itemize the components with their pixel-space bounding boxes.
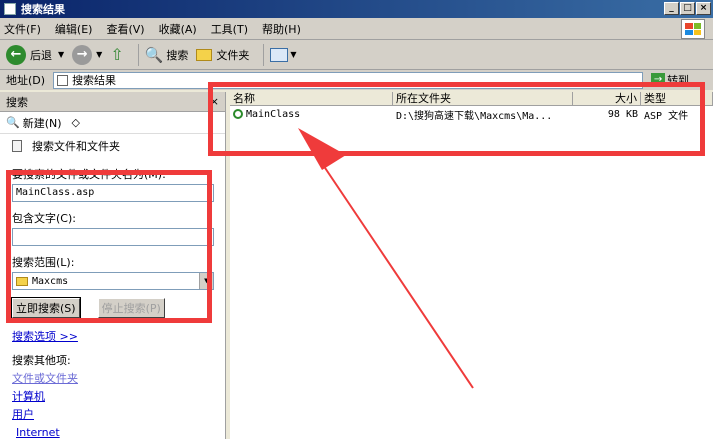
other-users-link[interactable]: 用户 <box>12 408 34 421</box>
close-button[interactable]: × <box>696 2 711 15</box>
title-bar: 搜索结果 _ □ × <box>0 0 713 18</box>
stop-search-button[interactable]: 停止搜索(P) <box>97 298 165 318</box>
search-options-link[interactable]: 搜索选项 >> <box>12 330 78 343</box>
search-pane-close-button[interactable]: × <box>210 95 219 108</box>
asp-file-icon <box>233 108 243 119</box>
column-size[interactable]: 大小 <box>573 92 641 105</box>
search-pane: 搜索 × 🔍 新建(N) ◇ 搜索文件和文件夹 要搜索的文件或文件夹名为(M):… <box>0 92 226 439</box>
contains-text-input[interactable] <box>12 228 214 246</box>
name-field-label: 要搜索的文件或文件夹名为(M): <box>12 168 166 181</box>
other-internet-link[interactable]: Internet <box>12 426 60 439</box>
filename-input[interactable]: MainClass.asp <box>12 184 214 202</box>
toolbar-separator <box>263 43 265 66</box>
search-label: 搜索 <box>166 48 189 62</box>
results-list: 名称 所在文件夹 大小 类型 MainClass D:\搜狗高速下载\Maxcm… <box>230 92 713 439</box>
go-button[interactable]: → 转到 <box>651 72 689 88</box>
other-search-label: 搜索其他项: <box>12 354 71 367</box>
menu-file[interactable]: 文件(F) <box>4 21 41 37</box>
row-folder: D:\搜狗高速下载\Maxcms\Ma... <box>396 110 553 122</box>
minimize-button[interactable]: _ <box>664 2 679 15</box>
menu-tools[interactable]: 工具(T) <box>211 21 248 37</box>
up-folder-button[interactable]: ⇧ <box>110 45 123 64</box>
search-all-label: 搜索文件和文件夹 <box>32 140 120 153</box>
folders-label: 文件夹 <box>216 48 250 62</box>
row-name: MainClass <box>246 108 301 120</box>
other-files-link[interactable]: 文件或文件夹 <box>12 372 78 385</box>
search-results-icon <box>4 3 16 15</box>
scope-value: Maxcms <box>32 275 69 287</box>
back-button[interactable]: ← 后退 ▼ <box>6 44 64 65</box>
menu-view[interactable]: 查看(V) <box>106 21 144 37</box>
search-all-files[interactable]: 搜索文件和文件夹 <box>0 134 225 158</box>
up-arrow-icon: ⇧ <box>110 45 124 64</box>
other-computers-link[interactable]: 计算机 <box>12 390 45 403</box>
views-button[interactable]: ▼ <box>270 47 297 62</box>
menu-edit[interactable]: 编辑(E) <box>55 21 93 37</box>
magnifier-icon: 🔍 <box>144 45 164 64</box>
new-search-icon: 🔍 <box>6 116 20 129</box>
folder-icon <box>196 48 213 61</box>
menu-favorites[interactable]: 收藏(A) <box>159 21 197 37</box>
document-search-icon <box>12 140 22 152</box>
column-name[interactable]: 名称 <box>230 92 393 105</box>
folders-button[interactable]: 文件夹 <box>196 47 249 63</box>
search-results-icon <box>57 74 69 86</box>
search-companion-icon[interactable]: ◇ <box>72 116 80 129</box>
back-arrow-icon: ← <box>6 44 26 65</box>
row-size: 98 KB <box>607 108 638 120</box>
address-bar: 地址(D) 搜索结果 → 转到 <box>0 70 713 90</box>
row-type: ASP 文件 <box>644 110 689 122</box>
forward-arrow-icon: → <box>72 44 93 65</box>
windows-logo-icon <box>681 19 705 39</box>
forward-button[interactable]: → ▼ <box>72 44 102 65</box>
toolbar-separator <box>137 43 139 66</box>
forward-dropdown-icon[interactable]: ▼ <box>96 50 102 59</box>
column-folder[interactable]: 所在文件夹 <box>393 92 573 105</box>
window-title: 搜索结果 <box>21 3 65 16</box>
maximize-button[interactable]: □ <box>680 2 695 15</box>
table-row[interactable]: MainClass D:\搜狗高速下载\Maxcms\Ma... 98 KB A… <box>230 106 713 122</box>
scope-select[interactable]: Maxcms ▼ <box>12 272 214 290</box>
column-headers: 名称 所在文件夹 大小 类型 <box>230 92 713 106</box>
search-pane-tools: 🔍 新建(N) ◇ <box>0 112 225 134</box>
back-dropdown-icon[interactable]: ▼ <box>58 50 64 59</box>
search-pane-header: 搜索 × <box>0 92 225 112</box>
views-dropdown-icon: ▼ <box>290 50 297 59</box>
back-label: 后退 <box>30 48 52 62</box>
views-icon <box>270 47 289 62</box>
search-now-button[interactable]: 立即搜索(S) <box>11 297 81 319</box>
address-label: 地址(D) <box>6 74 46 87</box>
address-input[interactable]: 搜索结果 <box>53 71 644 89</box>
address-value: 搜索结果 <box>72 74 117 87</box>
toolbar: ← 后退 ▼ → ▼ ⇧ 🔍 搜索 文件夹 ▼ <box>0 40 713 70</box>
go-arrow-icon: → <box>651 73 666 87</box>
column-type[interactable]: 类型 <box>641 92 713 105</box>
chevron-down-icon[interactable]: ▼ <box>199 273 213 289</box>
search-button[interactable]: 🔍 搜索 <box>145 46 189 64</box>
search-pane-title: 搜索 <box>6 95 28 109</box>
menu-bar: 文件(F) 编辑(E) 查看(V) 收藏(A) 工具(T) 帮助(H) <box>0 18 713 40</box>
menu-help[interactable]: 帮助(H) <box>262 21 301 37</box>
folder-icon <box>16 276 28 286</box>
go-label: 转到 <box>667 74 690 87</box>
new-search-button[interactable]: 新建(N) <box>23 115 62 131</box>
text-field-label: 包含文字(C): <box>12 212 76 225</box>
scope-field-label: 搜索范围(L): <box>12 256 75 269</box>
